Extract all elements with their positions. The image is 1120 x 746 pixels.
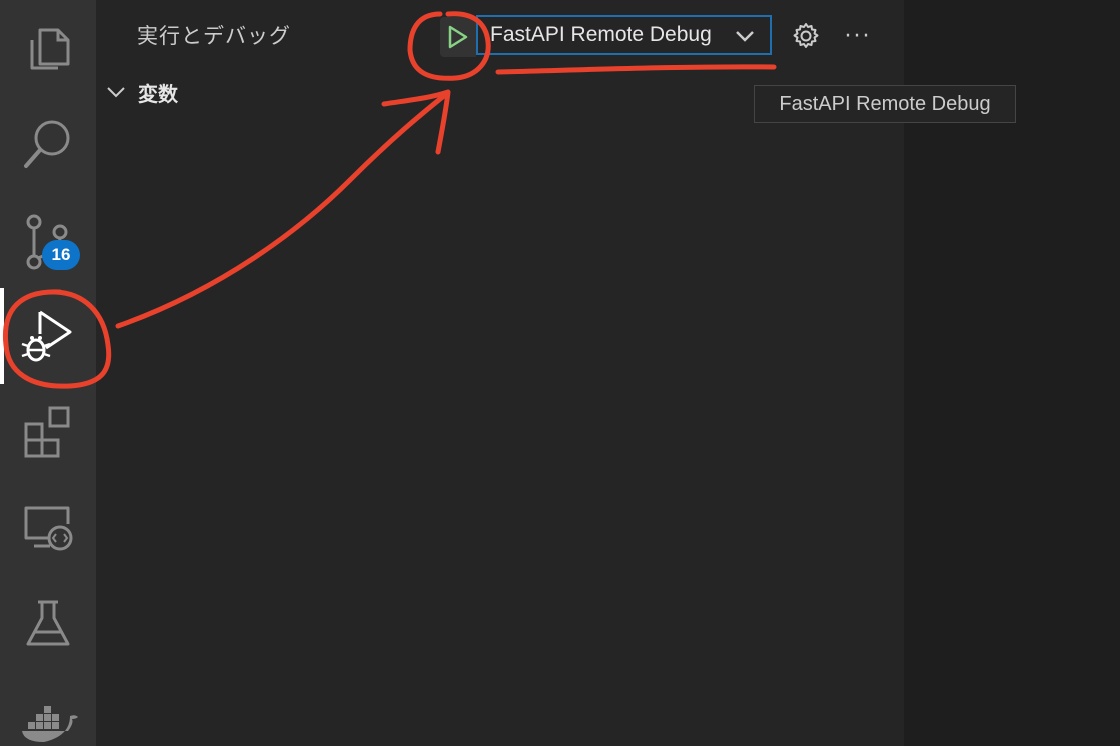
testing-icon [26, 600, 70, 646]
source-control-badge: 16 [42, 240, 80, 270]
activity-remote-explorer[interactable] [0, 480, 96, 576]
open-launch-json-button[interactable] [788, 18, 824, 54]
config-tooltip: FastAPI Remote Debug [754, 85, 1016, 123]
chevron-down-icon [107, 87, 125, 98]
activity-testing[interactable] [0, 576, 96, 672]
debug-config-select[interactable]: FastAPI Remote Debug [476, 15, 772, 55]
selected-config-label: FastAPI Remote Debug [490, 23, 712, 46]
activity-explorer[interactable] [0, 0, 96, 96]
activity-docker[interactable] [0, 672, 96, 746]
activity-run-and-debug[interactable] [0, 288, 96, 384]
activity-search[interactable] [0, 96, 96, 192]
gear-icon [793, 23, 819, 48]
run-and-debug-icon [21, 310, 72, 362]
vscode-window: 16 実行とデバッグ FastAPI Remote Debug ··· 変数 F… [0, 0, 1120, 746]
start-debugging-button[interactable] [440, 17, 476, 57]
variables-section-header[interactable]: 変数 [104, 76, 178, 108]
play-icon [448, 25, 468, 49]
extensions-icon [24, 406, 70, 458]
search-icon [24, 120, 70, 168]
docker-icon [22, 706, 78, 742]
activity-source-control[interactable] [0, 192, 96, 288]
variables-section-title: 変数 [138, 81, 178, 106]
activity-extensions[interactable] [0, 384, 96, 480]
remote-explorer-icon [24, 506, 73, 551]
explorer-icon [30, 28, 70, 70]
chevron-down-icon [736, 31, 754, 42]
more-actions-button[interactable]: ··· [840, 18, 876, 54]
panel-title: 実行とデバッグ [137, 24, 291, 48]
activity-bar: 16 [0, 0, 96, 746]
